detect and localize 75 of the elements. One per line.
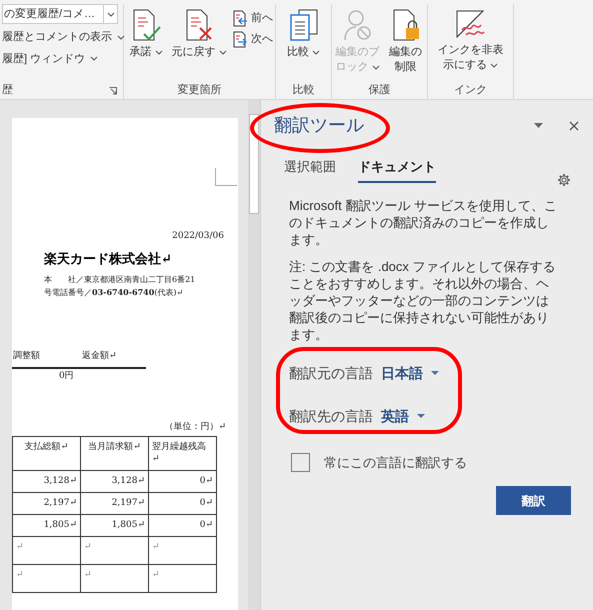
chevron-down-icon: [490, 62, 498, 68]
table-cell: ↵: [148, 564, 216, 592]
column-header: 翌月繰越残高↵: [148, 436, 216, 470]
chevron-down-icon[interactable]: [103, 5, 117, 23]
close-icon[interactable]: [569, 120, 579, 130]
language-dropdown[interactable]: 日本語: [381, 362, 439, 384]
chevron-down-icon: [312, 50, 320, 55]
group-label: 歴: [2, 82, 13, 98]
field-label: 翻訳先の言語: [289, 406, 373, 426]
checkbox-label: 常にこの言語に翻訳する: [324, 454, 467, 472]
summary-label: 返金額↵: [82, 350, 117, 363]
table-cell: 2,197↵: [80, 492, 148, 514]
table-cell: 0↵: [148, 492, 216, 514]
ribbon-button[interactable]: 前へ: [232, 10, 273, 27]
table-cell: ↵: [148, 536, 216, 564]
chevron-down-icon: [117, 34, 125, 40]
chevron-down-icon: [154, 50, 162, 55]
tab[interactable]: 選択範囲: [284, 157, 336, 182]
table-cell: ↵: [80, 536, 148, 564]
field-label: 翻訳元の言語: [289, 364, 373, 382]
group-label: 比較: [292, 82, 314, 98]
description-text: Microsoft 翻訳ツール サービスを使用して、このドキュメントの翻訳済みのコピーを作成します。: [289, 196, 557, 248]
table-cell: ↵: [12, 564, 80, 592]
chevron-down-icon: [372, 64, 380, 70]
table-cell: ↵: [80, 564, 148, 592]
table-cell: 3,128↵: [12, 470, 80, 492]
checkbox[interactable]: [291, 452, 310, 472]
settings-icon[interactable]: [557, 172, 571, 186]
summary-value: 0円: [59, 370, 74, 380]
ribbon-button[interactable]: 編集の制限: [386, 4, 426, 82]
column-header: 支払総額↵: [12, 436, 80, 470]
scrollbar[interactable]: [248, 100, 260, 610]
ribbon-button[interactable]: 次へ: [232, 31, 273, 48]
tab[interactable]: ドキュメント: [358, 157, 436, 182]
table-cell: 2,197↵: [12, 492, 80, 514]
menu-button[interactable]: 履歴とコメントの表示: [2, 29, 125, 46]
date-text: 2022/03/06: [172, 231, 224, 241]
description-text: 注: この文書を .docx ファイルとして保存することをおすすめします。それ以外の場合、ヘッダーやフッターなどの一部のコンテンツは翻訳後のコピーに保持されない可能性があります。: [289, 258, 557, 342]
company-name: 楽天カード株式会社↵: [44, 252, 172, 266]
menu-button[interactable]: 履歴] ウィンドウ: [2, 50, 98, 67]
track-changes-combo[interactable]: の変更履歴/コメ…: [2, 4, 118, 24]
ribbon-button[interactable]: 元に戻す: [170, 4, 228, 82]
pen-stroke-icon: [454, 8, 488, 40]
documents-icon: [288, 8, 318, 42]
column-header: 当月請求額↵: [80, 436, 148, 470]
dropdown-icon[interactable]: [534, 123, 543, 128]
document-left-arrow-icon: [232, 10, 248, 27]
triangle-down-icon: [431, 371, 439, 375]
scroll-thumb[interactable]: [249, 114, 259, 214]
table-cell: 1,805↵: [12, 514, 80, 536]
person-blocked-icon: [342, 8, 372, 42]
table-cell: 3,128↵: [80, 470, 148, 492]
unit-note: （単位：円）↵: [164, 422, 226, 432]
triangle-down-icon: [417, 414, 425, 418]
dialog-launcher-icon[interactable]: [109, 87, 117, 95]
document-right-arrow-icon: [232, 31, 248, 48]
ribbon-button[interactable]: インクを非表示にする: [434, 4, 506, 82]
table-cell: 1,805↵: [80, 514, 148, 536]
address-text: 本 社／東京都港区南青山二丁目6番21: [44, 274, 196, 284]
address-text: 号電話番号／03-6740-6740(代表)↵: [44, 288, 184, 296]
document-lock-icon: [390, 8, 420, 42]
translate-button[interactable]: 翻訳: [496, 486, 571, 515]
group-label: インク: [454, 82, 487, 98]
language-dropdown[interactable]: 英語: [381, 406, 425, 426]
table-cell: ↵: [12, 536, 80, 564]
group-label: 変更箇所: [178, 82, 222, 98]
chevron-down-icon: [218, 50, 226, 55]
ribbon-button[interactable]: 比較: [282, 4, 326, 82]
ribbon-button[interactable]: 承諾: [126, 4, 166, 82]
summary-label: 調整額: [13, 350, 40, 363]
table-cell: 0↵: [148, 514, 216, 536]
table-cell: 0↵: [148, 470, 216, 492]
chevron-down-icon: [90, 56, 98, 62]
pane-title: 翻訳ツール: [274, 114, 365, 137]
group-label: 保護: [368, 82, 390, 98]
